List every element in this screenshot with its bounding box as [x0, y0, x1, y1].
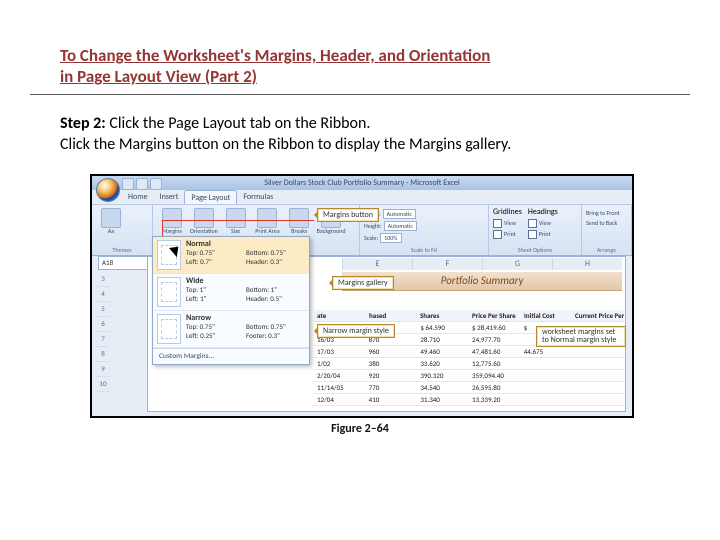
- group-arrange: Bring to Front Send to Back Arrange: [582, 205, 632, 255]
- margins-icon: [162, 208, 182, 228]
- step-label: Step 2:: [60, 114, 106, 133]
- figure-screenshot: Silver Dollars Stock Club Portfolio Summ…: [90, 174, 634, 418]
- name-box[interactable]: A18: [98, 256, 150, 270]
- ribbon-tabs: Home Insert Page Layout Formulas: [122, 190, 279, 204]
- tab-insert[interactable]: Insert: [154, 190, 185, 204]
- margins-thumb-icon: [157, 314, 181, 344]
- quick-access-toolbar[interactable]: [122, 178, 162, 190]
- gridlines-view-checkbox[interactable]: [493, 219, 502, 228]
- headings-view-checkbox[interactable]: [528, 219, 537, 228]
- size-icon: [226, 208, 246, 228]
- callout-narrow-style: Narrow margin style: [317, 324, 395, 338]
- callout-margins-gallery: Margins gallery: [332, 276, 394, 290]
- themes-icon: [101, 208, 121, 228]
- orientation-icon: [194, 208, 214, 228]
- print-area-icon: [257, 208, 277, 228]
- slide-title: To Change the Worksheet's Margins, Heade…: [60, 45, 660, 88]
- margins-option-wide[interactable]: Wide Top: 1"Bottom: 1" Left: 1"Header: 0…: [153, 274, 309, 311]
- mouse-cursor-icon: [172, 244, 182, 258]
- figure-caption: Figure 2–64: [90, 422, 630, 436]
- group-sheet-options: Gridlines View Print Headings View Print…: [489, 205, 582, 255]
- tab-formulas[interactable]: Formulas: [237, 190, 279, 204]
- themes-button[interactable]: Aa: [96, 207, 126, 234]
- gridlines-print-checkbox[interactable]: [493, 230, 502, 239]
- margins-thumb-icon: [157, 277, 181, 307]
- headings-print-checkbox[interactable]: [528, 230, 537, 239]
- excel-titlebar: Silver Dollars Stock Club Portfolio Summ…: [92, 176, 632, 190]
- column-headers: EFGH: [342, 258, 622, 270]
- callout-normal-note: worksheet margins set to Normal margin s…: [536, 326, 626, 348]
- group-scale-to-fit: Width:Automatic Height:Automatic Scale:1…: [360, 205, 489, 255]
- group-themes: Aa Themes: [92, 205, 153, 255]
- title-divider: [30, 94, 690, 95]
- custom-margins-item[interactable]: Custom Margins...: [153, 348, 309, 364]
- office-button-icon[interactable]: [96, 178, 120, 202]
- step-body: Step 2: Click the Page Layout tab on the…: [60, 113, 660, 156]
- breaks-icon: [289, 208, 309, 228]
- callout-margins-button: Margins button: [317, 208, 379, 222]
- tab-home[interactable]: Home: [122, 190, 154, 204]
- row-headers: 345678910: [96, 272, 110, 410]
- tab-page-layout[interactable]: Page Layout: [184, 190, 237, 204]
- margins-option-narrow[interactable]: Narrow Top: 0.75"Bottom: 0.75" Left: 0.2…: [153, 311, 309, 348]
